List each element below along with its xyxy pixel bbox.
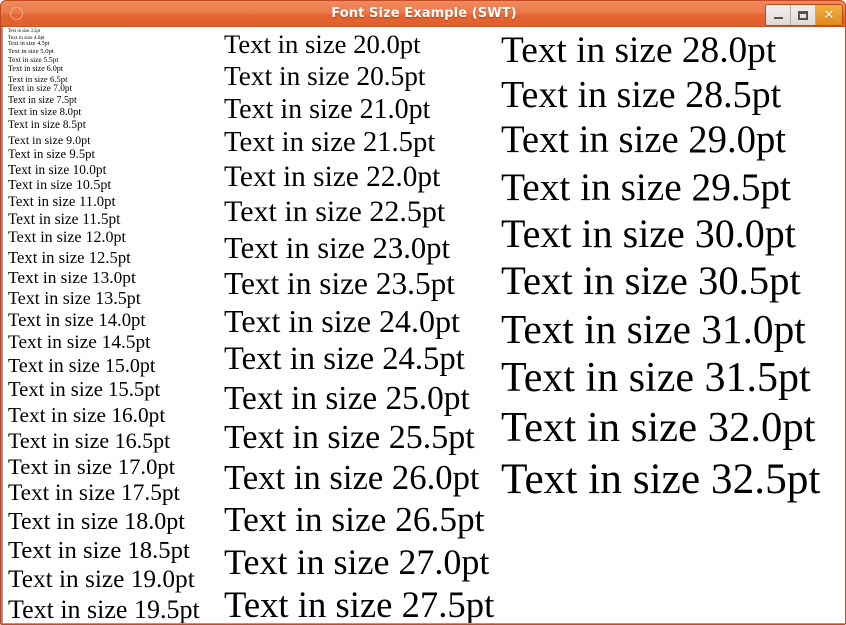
font-sample-line: Text in size 26.0pt [224, 459, 480, 498]
font-sample-line: Text in size 21.5pt [224, 125, 436, 158]
font-sample-line: Text in size 10.0pt [8, 161, 107, 177]
font-sample-line: Text in size 29.0pt [501, 118, 787, 161]
font-sample-line: Text in size 6.0pt [8, 64, 63, 74]
font-sample-line: Text in size 13.0pt [8, 268, 136, 288]
font-sample-line: Text in size 16.5pt [8, 427, 171, 453]
font-sample-line: Text in size 30.0pt [501, 210, 796, 256]
font-sample-line: Text in size 11.5pt [8, 211, 121, 229]
font-sample-line: Text in size 27.5pt [224, 584, 495, 624]
window-controls: ✕ [765, 4, 843, 26]
font-sample-line: Text in size 16.0pt [8, 402, 166, 427]
font-sample-line: Text in size 22.0pt [224, 160, 441, 193]
font-sample-line: Text in size 17.0pt [8, 453, 176, 479]
font-sample-line: Text in size 32.5pt [501, 454, 821, 503]
font-sample-line: Text in size 29.5pt [501, 164, 791, 209]
font-size-sample-list: Text in size 3.5pt Text in size 4.0pt Text… [3, 27, 845, 623]
font-sample-line: Text in size 15.5pt [8, 379, 161, 402]
font-sample-line: Text in size 18.5pt [8, 537, 190, 565]
client-area: Text in size 3.5pt Text in size 4.0pt Text… [2, 27, 845, 624]
font-sample-line: Text in size 28.0pt [501, 30, 777, 71]
font-size-column-2: Text in size 20.0pt Text in size 20.5pt Te… [224, 29, 499, 624]
font-sample-line: Text in size 28.5pt [501, 74, 782, 117]
font-sample-line: Text in size 31.0pt [501, 306, 806, 353]
font-sample-line: Text in size 31.5pt [501, 354, 811, 401]
font-sample-line: Text in size 32.0pt [501, 404, 816, 452]
font-sample-line: Text in size 19.5pt [8, 595, 200, 624]
font-size-column-3: Text in size 28.0pt Text in size 28.5pt Te… [501, 29, 845, 505]
maximize-button[interactable] [791, 5, 816, 25]
font-sample-line: Text in size 7.5pt [8, 95, 77, 107]
font-sample-line: Text in size 17.5pt [8, 480, 180, 507]
font-sample-line: Text in size 30.5pt [501, 258, 801, 304]
minimize-button[interactable] [766, 5, 791, 25]
font-sample-line: Text in size 9.0pt [8, 132, 91, 147]
font-sample-line: Text in size 5.5pt [8, 54, 59, 64]
font-sample-line: Text in size 10.5pt [8, 177, 112, 193]
window-titlebar[interactable]: Font Size Example (SWT) ✕ [1, 1, 845, 27]
font-sample-line: Text in size 25.5pt [224, 419, 475, 457]
minimize-icon [773, 17, 783, 19]
font-sample-line: Text in size 25.0pt [224, 379, 470, 417]
font-sample-line: Text in size 12.5pt [8, 248, 131, 268]
font-sample-line: Text in size 14.5pt [8, 331, 151, 353]
font-sample-line: Text in size 20.0pt [224, 29, 421, 59]
font-sample-line: Text in size 26.5pt [224, 500, 485, 540]
font-sample-line: Text in size 18.0pt [8, 508, 185, 535]
font-sample-line: Text in size 6.5pt [8, 73, 68, 84]
font-sample-line: Text in size 23.0pt [224, 230, 451, 265]
close-icon: ✕ [823, 7, 835, 23]
font-sample-line: Text in size 8.0pt [8, 106, 82, 118]
font-sample-line: Text in size 8.5pt [8, 119, 86, 132]
font-sample-line: Text in size 9.5pt [8, 146, 95, 161]
close-button[interactable]: ✕ [816, 5, 842, 25]
font-sample-line: Text in size 12.0pt [8, 229, 126, 247]
font-sample-line: Text in size 24.5pt [224, 341, 465, 378]
font-sample-line: Text in size 20.5pt [224, 61, 426, 92]
font-sample-line: Text in size 13.5pt [8, 288, 141, 309]
maximize-icon [798, 10, 808, 20]
font-sample-line: Text in size 24.0pt [224, 302, 460, 339]
font-sample-line: Text in size 11.0pt [8, 194, 116, 211]
font-sample-line: Text in size 19.0pt [8, 565, 195, 594]
window-title: Font Size Example (SWT) [331, 6, 517, 21]
font-sample-line: Text in size 22.5pt [224, 195, 446, 229]
font-sample-line: Text in size 7.0pt [8, 84, 73, 95]
font-size-column-1: Text in size 3.5pt Text in size 4.0pt Text… [8, 29, 223, 624]
font-sample-line: Text in size 27.0pt [224, 541, 490, 582]
font-sample-line: Text in size 21.0pt [224, 93, 431, 125]
font-sample-line: Text in size 4.5pt [8, 40, 50, 47]
font-sample-line: Text in size 23.5pt [224, 265, 455, 301]
font-sample-line: Text in size 14.0pt [8, 309, 146, 331]
circle-icon [10, 7, 23, 20]
font-sample-line: Text in size 15.0pt [8, 354, 156, 377]
application-window: Font Size Example (SWT) ✕ Text in size 3… [0, 0, 846, 625]
